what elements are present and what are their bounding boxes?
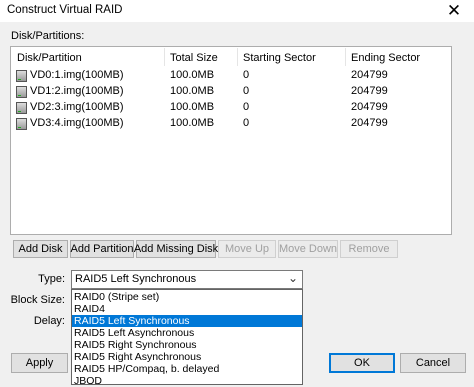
dropdown-option[interactable]: RAID5 HP/Compaq, b. delayed xyxy=(72,363,302,375)
disk-start-sector: 0 xyxy=(243,101,250,113)
cancel-button[interactable]: Cancel xyxy=(400,353,466,373)
disk-start-sector: 0 xyxy=(243,117,250,129)
chevron-down-icon[interactable]: ⌄ xyxy=(288,271,298,285)
title-bar: Construct Virtual RAID ✕ xyxy=(0,0,474,22)
disk-icon xyxy=(16,86,27,98)
ok-button[interactable]: OK xyxy=(329,353,395,373)
dropdown-option[interactable]: RAID5 Right Asynchronous xyxy=(72,351,302,363)
disk-end-sector: 204799 xyxy=(351,117,388,129)
apply-button[interactable]: Apply xyxy=(11,353,68,373)
table-row[interactable]: VD3:4.img(100MB) 100.0MB 0 204799 xyxy=(11,116,451,132)
window-title: Construct Virtual RAID xyxy=(7,4,123,16)
column-header-disk[interactable]: Disk/Partition xyxy=(17,52,82,64)
column-header-starting-sector[interactable]: Starting Sector xyxy=(243,52,316,64)
dropdown-option[interactable]: RAID5 Left Asynchronous xyxy=(72,327,302,339)
disk-end-sector: 204799 xyxy=(351,85,388,97)
remove-button[interactable]: Remove xyxy=(340,240,398,258)
dropdown-option[interactable]: JBOD xyxy=(72,375,302,387)
add-disk-button[interactable]: Add Disk xyxy=(13,240,68,258)
disk-name: VD1:2.img(100MB) xyxy=(30,85,124,97)
delay-label: Delay: xyxy=(33,315,65,327)
disks-section-label: Disk/Partitions: xyxy=(11,30,85,42)
disk-start-sector: 0 xyxy=(243,85,250,97)
column-header-total-size[interactable]: Total Size xyxy=(170,52,218,64)
close-icon[interactable]: ✕ xyxy=(434,0,474,22)
table-row[interactable]: VD0:1.img(100MB) 100.0MB 0 204799 xyxy=(11,68,451,84)
raid-type-select[interactable]: RAID5 Left Synchronous ⌄ xyxy=(71,270,303,289)
disk-start-sector: 0 xyxy=(243,69,250,81)
disk-name: VD0:1.img(100MB) xyxy=(30,69,124,81)
disk-icon xyxy=(16,118,27,130)
type-label: Type: xyxy=(38,273,65,285)
column-header-ending-sector[interactable]: Ending Sector xyxy=(351,52,420,64)
dropdown-option[interactable]: RAID5 Right Synchronous xyxy=(72,339,302,351)
dropdown-option[interactable]: RAID4 xyxy=(72,303,302,315)
add-partition-button[interactable]: Add Partition xyxy=(70,240,134,258)
disk-icon xyxy=(16,70,27,82)
disk-size: 100.0MB xyxy=(170,69,215,81)
disk-name: VD3:4.img(100MB) xyxy=(30,117,124,129)
disk-end-sector: 204799 xyxy=(351,69,388,81)
raid-type-dropdown[interactable]: RAID0 (Stripe set) RAID4 RAID5 Left Sync… xyxy=(71,289,303,387)
disk-size: 100.0MB xyxy=(170,117,215,129)
move-up-button[interactable]: Move Up xyxy=(218,240,276,258)
disk-size: 100.0MB xyxy=(170,85,215,97)
disk-icon xyxy=(16,102,27,114)
dropdown-option[interactable]: RAID0 (Stripe set) xyxy=(72,291,302,303)
disk-name: VD2:3.img(100MB) xyxy=(30,101,124,113)
disk-list-header: Disk/Partition Total Size Starting Secto… xyxy=(11,47,451,68)
table-row[interactable]: VD1:2.img(100MB) 100.0MB 0 204799 xyxy=(11,84,451,100)
raid-type-selected-value: RAID5 Left Synchronous xyxy=(75,273,197,285)
dropdown-option-selected[interactable]: RAID5 Left Synchronous xyxy=(72,315,302,327)
move-down-button[interactable]: Move Down xyxy=(278,240,338,258)
block-size-label: Block Size: xyxy=(10,294,65,306)
disk-end-sector: 204799 xyxy=(351,101,388,113)
table-row[interactable]: VD2:3.img(100MB) 100.0MB 0 204799 xyxy=(11,100,451,116)
disk-list[interactable]: Disk/Partition Total Size Starting Secto… xyxy=(10,46,452,235)
disk-size: 100.0MB xyxy=(170,101,215,113)
add-missing-disk-button[interactable]: Add Missing Disk xyxy=(134,240,218,258)
